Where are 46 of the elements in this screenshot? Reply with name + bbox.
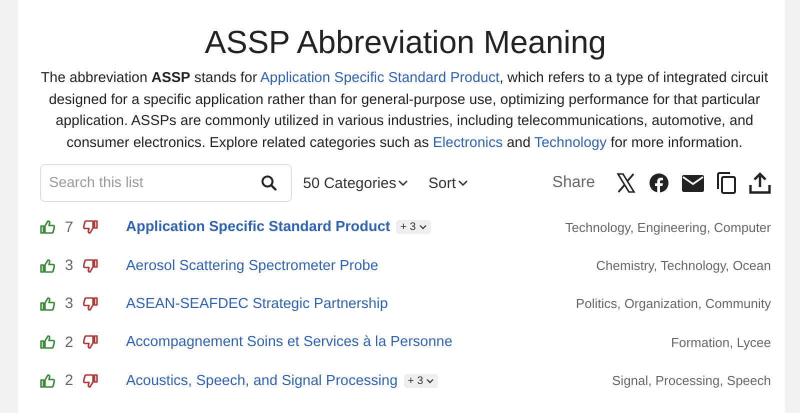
description-text: The abbreviation ASSP stands for Application Specific Standard Product, which refers to a type of integrated circuit designed for a specific application rather than for general-purpose use, optimizing performance for that particular application. ASSPs are commonly utilized in various industries, including telecommunications, automotive, and consumer electronics. Explore related categories such as Electronics and Technology for more information. [40, 69, 770, 152]
vote-count: 3 [64, 295, 74, 312]
categories-text: Politics, Organization, Community [576, 296, 771, 312]
categories-text: Technology, Engineering, Computer [565, 220, 771, 235]
share-label: Share [552, 174, 595, 192]
thumbs-down-icon[interactable] [83, 296, 98, 311]
term-link[interactable]: Acoustics, Speech, and Signal Processing [126, 372, 398, 389]
vote-count: 2 [64, 372, 74, 390]
category-link[interactable]: Application Specific Standard Product [260, 70, 500, 86]
vote-count: 7 [64, 218, 74, 236]
term-link[interactable]: Application Specific Standard Product [126, 219, 390, 236]
categories-text: Formation, Lycee [671, 334, 771, 350]
x-logo-icon[interactable] [616, 173, 636, 193]
chevron-down-icon [398, 179, 408, 187]
thumbs-up-icon[interactable] [40, 220, 55, 234]
term-link[interactable]: Accompagnement Soins et Services à la Personne [126, 334, 452, 350]
categories-text: Chemistry, Technology, Ocean [596, 258, 771, 274]
chevron-down-icon [418, 224, 427, 230]
thumbs-down-icon[interactable] [83, 258, 98, 273]
upload-icon[interactable] [749, 172, 771, 194]
thumbs-up-icon[interactable] [40, 374, 55, 388]
thumbs-up-icon[interactable] [40, 258, 55, 273]
category-link[interactable]: Technology [534, 134, 607, 150]
thumbs-up-icon[interactable] [40, 335, 55, 350]
search-field[interactable]: Search this list [40, 164, 292, 202]
thumbs-down-icon[interactable] [83, 220, 98, 234]
categories-text: Signal, Processing, Speech [612, 373, 771, 388]
category-link[interactable]: Electronics [432, 134, 503, 150]
page-title: ASSP Abbreviation Meaning [204, 23, 608, 62]
chevron-down-icon [426, 378, 434, 384]
thumbs-down-icon[interactable] [83, 335, 98, 350]
search-icon [261, 175, 277, 191]
dropdown-button[interactable]: Sort [428, 174, 468, 192]
dropdown-button[interactable]: 50 Categories [303, 174, 408, 192]
vote-count: 2 [64, 334, 74, 351]
mail-icon[interactable] [682, 174, 704, 192]
more-categories-badge[interactable]: + 3 [404, 374, 438, 388]
term-link[interactable]: ASEAN-SEAFDEC Strategic Partnership [126, 296, 388, 312]
copy-icon[interactable] [717, 172, 736, 194]
thumbs-up-icon[interactable] [40, 296, 55, 311]
thumbs-down-icon[interactable] [83, 374, 98, 388]
vote-count: 3 [64, 257, 74, 274]
facebook-icon[interactable] [649, 173, 669, 193]
term-link[interactable]: Aerosol Scattering Spectrometer Probe [126, 258, 378, 274]
chevron-down-icon [458, 179, 468, 187]
more-categories-badge[interactable]: + 3 [396, 220, 431, 234]
